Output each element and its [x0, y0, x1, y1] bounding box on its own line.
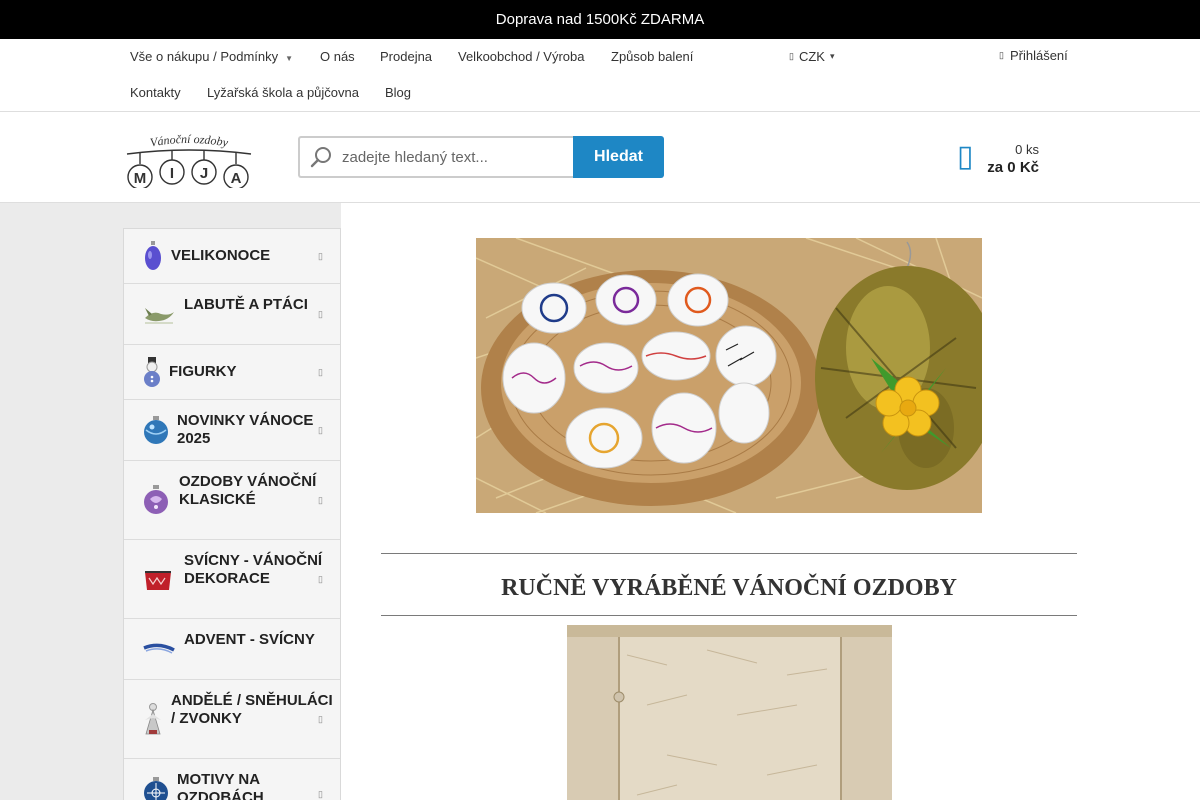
- chevron-right-icon: ▯: [318, 714, 323, 724]
- announcement-bar: Doprava nad 1500Kč ZDARMA: [0, 0, 1200, 39]
- nav-item-terms[interactable]: Vše o nákupu / Podmínky ▼: [130, 49, 293, 64]
- chevron-right-icon: ▯: [318, 574, 323, 584]
- page-heading: RUČNĚ VYRÁBĚNÉ VÁNOČNÍ OZDOBY: [501, 575, 957, 601]
- category-item-andele[interactable]: Andělé / sněhuláci / zvonky ▯: [124, 680, 340, 759]
- motif-bauble-icon: [144, 777, 168, 800]
- easter-egg-icon: [145, 241, 161, 270]
- nav-item-shop[interactable]: Prodejna: [380, 49, 432, 64]
- heading-divider-top: [381, 553, 1077, 554]
- category-item-velikonoce[interactable]: Velikonoce ▯: [124, 229, 340, 284]
- chevron-right-icon: ▯: [318, 309, 323, 319]
- chevron-right-icon: ▯: [318, 425, 323, 435]
- category-item-labute-a-ptaci[interactable]: Labutě a ptáci ▯: [124, 284, 340, 345]
- chevron-right-icon: ▯: [318, 789, 323, 799]
- category-label: Labutě a ptáci: [184, 296, 308, 313]
- header: Vánoční ozdoby M I J A Hledat: [0, 112, 1200, 203]
- logo-letter: I: [170, 165, 174, 182]
- cart-summary[interactable]: ▯ 0 ks za 0 Kč: [957, 140, 1039, 180]
- nav-item-label: Vše o nákupu / Podmínky: [130, 49, 279, 64]
- category-label: Ozdoby vánoční klasické: [179, 473, 317, 508]
- snowman-figure-icon: [144, 357, 160, 387]
- logo-letter: J: [200, 165, 208, 182]
- category-label: Andělé / sněhuláci / zvonky: [171, 692, 333, 727]
- category-label: Figurky: [169, 363, 237, 380]
- search-icon: [310, 147, 331, 168]
- heading-divider-bottom: [381, 615, 1077, 616]
- category-sidebar: Velikonoce ▯ Labutě a ptáci ▯ Figurky ▯ …: [123, 228, 341, 800]
- chevron-right-icon: ▯: [318, 367, 323, 377]
- purple-bauble-icon: [144, 485, 168, 514]
- logo-letter: A: [231, 170, 242, 187]
- workshop-photo[interactable]: [567, 625, 892, 800]
- logo-graphic: Vánoční ozdoby M I J A: [126, 132, 252, 190]
- free-shipping-text: Doprava nad 1500Kč ZDARMA: [495, 11, 705, 28]
- category-label: Motivy na ozdobách: [177, 771, 264, 800]
- category-item-ozdoby-klasicke[interactable]: Ozdoby vánoční klasické ▯: [124, 461, 340, 540]
- category-label: Svícny - vánoční dekorace: [184, 552, 323, 587]
- category-label: Advent - svícny: [184, 631, 315, 648]
- cart-price: za 0 Kč: [987, 159, 1039, 176]
- logo-letter: M: [134, 170, 147, 187]
- chevron-down-icon: ▾: [829, 51, 835, 61]
- blue-bauble-icon: [144, 416, 168, 444]
- login-link[interactable]: ▯ Přihlášení: [999, 48, 1068, 63]
- search-field: [298, 136, 573, 178]
- category-label: Velikonoce: [171, 247, 271, 264]
- nav-item-packaging[interactable]: Způsob balení: [611, 49, 693, 64]
- category-item-motivy[interactable]: Motivy na ozdobách ▯: [124, 759, 340, 800]
- nav-item-about[interactable]: O nás: [320, 49, 355, 64]
- search-bar: Hledat: [298, 136, 664, 178]
- user-icon: ▯: [999, 50, 1004, 60]
- angel-icon: [145, 703, 161, 735]
- currency-label: CZK: [798, 49, 825, 64]
- cart-count: 0 ks: [1015, 142, 1039, 157]
- nav-item-ski-school[interactable]: Lyžařská škola a půjčovna: [207, 85, 359, 100]
- nav-item-wholesale[interactable]: Velkoobchod / Výroba: [458, 49, 584, 64]
- main-content: RUČNĚ VYRÁBĚNÉ VÁNOČNÍ OZDOBY: [341, 203, 1200, 800]
- easter-eggs-banner[interactable]: [476, 238, 982, 513]
- category-label: Novinky Vánoce 2025: [177, 412, 314, 447]
- chevron-right-icon: ▯: [318, 495, 323, 505]
- chevron-down-icon: ▼: [285, 54, 294, 63]
- site-logo[interactable]: Vánoční ozdoby M I J A: [123, 130, 255, 190]
- search-button[interactable]: Hledat: [573, 136, 664, 178]
- nav-item-contacts[interactable]: Kontakty: [130, 85, 181, 100]
- category-item-novinky[interactable]: Novinky Vánoce 2025 ▯: [124, 400, 340, 461]
- chevron-right-icon: ▯: [318, 251, 323, 261]
- login-label: Přihlášení: [1009, 48, 1068, 63]
- money-icon: ▯: [789, 51, 794, 61]
- category-item-svicny-dekorace[interactable]: Svícny - vánoční dekorace ▯: [124, 540, 340, 619]
- svg-text:Vánoční ozdoby: Vánoční ozdoby: [149, 132, 230, 150]
- cart-icon: ▯: [957, 140, 974, 173]
- top-navigation: Vše o nákupu / Podmínky ▼ O nás Prodejna …: [0, 39, 1200, 112]
- candle-holder-icon: [145, 571, 171, 590]
- currency-selector[interactable]: ▯ CZK ▾: [789, 49, 834, 64]
- search-input[interactable]: [342, 148, 552, 166]
- logo-arc-text: Vánoční ozdoby: [149, 132, 230, 150]
- nav-item-blog[interactable]: Blog: [385, 85, 411, 100]
- category-item-figurky[interactable]: Figurky ▯: [124, 345, 340, 400]
- bird-icon: [145, 308, 174, 324]
- advent-candle-icon: [143, 643, 175, 654]
- category-item-advent-svicny[interactable]: Advent - svícny: [124, 619, 340, 680]
